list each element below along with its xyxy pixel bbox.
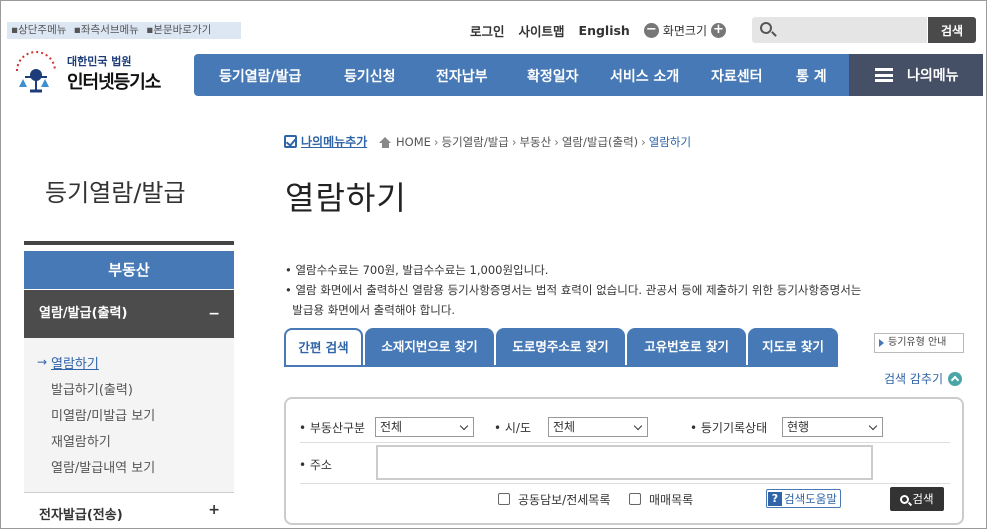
tab-road-address[interactable]: 도로명주소로 찾기 bbox=[496, 328, 625, 366]
login-link[interactable]: 로그인 bbox=[470, 21, 505, 40]
lnb-item-label: 전자발급(전송) bbox=[39, 508, 123, 523]
sitemap-link[interactable]: 사이트맵 bbox=[519, 21, 565, 40]
gnb-item-e-payment[interactable]: 전자납부 bbox=[436, 66, 488, 86]
zoom-out-icon[interactable]: − bbox=[643, 22, 659, 38]
tab-lot-number[interactable]: 소재지번으로 찾기 bbox=[365, 328, 494, 366]
sale-list-label: 매매목록 bbox=[649, 493, 694, 507]
lnb-sub-review[interactable]: 재열람하기 bbox=[51, 431, 111, 450]
zoom-label: 화면크기 bbox=[662, 23, 707, 38]
joint-collateral-checkbox[interactable] bbox=[498, 493, 510, 505]
court-emblem-icon bbox=[16, 51, 56, 93]
zoom-in-icon[interactable]: + bbox=[711, 22, 726, 38]
joint-collateral-label: 공동담보/전세목록 bbox=[518, 493, 611, 507]
gnb-item-statistics[interactable]: 통 계 bbox=[796, 66, 827, 86]
lnb-sub-history[interactable]: 열람/발급내역 보기 bbox=[51, 457, 155, 476]
skip-link-top-menu[interactable]: ▪상단주메뉴 bbox=[11, 24, 66, 36]
tab-unique-number[interactable]: 고유번호로 찾기 bbox=[627, 328, 746, 366]
notice-fee: • 열람수수료는 700원, 발급수수료는 1,000원입니다. bbox=[285, 263, 549, 277]
region-label: • 시/도 bbox=[494, 421, 532, 435]
region-select[interactable]: 전체 bbox=[548, 417, 648, 437]
address-label: • 주소 bbox=[299, 458, 332, 472]
page-title: 열람하기 bbox=[285, 179, 407, 217]
property-type-label: • 부동산구분 bbox=[299, 421, 366, 435]
gnb-item-service-intro[interactable]: 서비스 소개 bbox=[610, 66, 679, 86]
skip-link-left-menu[interactable]: ▪좌측서브메뉴 bbox=[74, 24, 139, 36]
breadcrumb-current: 열람하기 bbox=[648, 135, 692, 149]
top-search-box bbox=[752, 17, 927, 43]
lnb-item-electronic-issue[interactable]: 전자발급(전송) + bbox=[24, 493, 234, 529]
breadcrumb-separator: › bbox=[511, 135, 517, 149]
lnb-submenu: → 열람하기 발급하기(출력) 미열람/미발급 보기 재열람하기 열람/발급내역… bbox=[24, 338, 234, 492]
lnb-item-view-issue[interactable]: 열람/발급(출력) − bbox=[24, 290, 234, 338]
top-search-input[interactable] bbox=[778, 20, 923, 40]
form-search-button[interactable]: 검색 bbox=[890, 487, 944, 511]
breadcrumb-real-estate[interactable]: 부동산 bbox=[519, 134, 551, 150]
search-help-label: 검색도움말 bbox=[784, 491, 837, 506]
arrow-right-icon: → bbox=[37, 355, 48, 369]
breadcrumb-separator: › bbox=[641, 135, 646, 149]
property-type-select[interactable]: 전체 bbox=[375, 417, 474, 437]
expand-icon[interactable]: + bbox=[208, 487, 220, 529]
tab-simple-search[interactable]: 간편 검색 bbox=[284, 328, 363, 366]
add-my-menu-link[interactable]: 나의메뉴추가 bbox=[284, 133, 367, 150]
lnb-item-label: 열람/발급(출력) bbox=[39, 306, 128, 321]
registry-type-guide-button[interactable]: 등기유형 안내 bbox=[874, 333, 964, 353]
my-menu-button[interactable]: 나의메뉴 bbox=[849, 54, 983, 96]
lnb-sub-unviewed[interactable]: 미열람/미발급 보기 bbox=[51, 405, 155, 424]
my-menu-label: 나의메뉴 bbox=[907, 68, 959, 84]
breadcrumb: HOME › 등기열람/발급 › 부동산 › 열람/발급(출력) › 열람하기 bbox=[379, 134, 691, 150]
gnb-item-registry-apply[interactable]: 등기신청 bbox=[344, 66, 396, 86]
breadcrumb-separator: › bbox=[433, 135, 439, 149]
lnb-sub-view[interactable]: 열람하기 bbox=[51, 353, 99, 372]
notice-legal-effect-cont: 발급용 화면에서 출력해야 합니다. bbox=[285, 303, 456, 317]
search-icon bbox=[760, 22, 772, 34]
form-divider bbox=[300, 442, 950, 443]
chevron-up-icon bbox=[948, 371, 963, 386]
add-my-menu-label: 나의메뉴추가 bbox=[301, 135, 368, 149]
search-form: • 부동산구분 전체 • 시/도 전체 • 등기기록상태 현행 • 주소 공동담… bbox=[284, 397, 964, 525]
record-status-label: • 등기기록상태 bbox=[690, 421, 768, 435]
skip-link-content[interactable]: ▪본문바로가기 bbox=[146, 24, 211, 36]
breadcrumb-home[interactable]: HOME bbox=[396, 135, 431, 149]
logo-subtitle: 대한민국 법원 bbox=[67, 55, 132, 68]
home-icon bbox=[379, 136, 392, 148]
main-navigation: 등기열람/발급 등기신청 전자납부 확정일자 서비스 소개 자료센터 통 계 bbox=[194, 54, 849, 96]
lnb-title: 등기열람/발급 bbox=[45, 179, 186, 207]
breadcrumb-registry-view[interactable]: 등기열람/발급 bbox=[442, 134, 509, 150]
hide-search-label: 검색 감추기 bbox=[884, 372, 944, 386]
lnb-divider bbox=[24, 241, 234, 245]
english-link[interactable]: English bbox=[579, 23, 630, 38]
gnb-item-resource-center[interactable]: 자료센터 bbox=[711, 66, 763, 86]
notice-legal-effect: • 열람 화면에서 출력하신 열람용 등기사항증명서는 법적 효력이 없습니다.… bbox=[285, 283, 862, 297]
site-logo[interactable]: 대한민국 법원 인터넷등기소 bbox=[11, 47, 181, 99]
utility-bar: 로그인 사이트맵 English − 화면크기 + bbox=[470, 20, 726, 40]
top-search-button[interactable]: 검색 bbox=[928, 17, 976, 43]
gnb-item-fixed-date[interactable]: 확정일자 bbox=[527, 66, 579, 86]
form-divider bbox=[300, 483, 950, 484]
collapse-icon[interactable]: − bbox=[208, 290, 220, 338]
record-status-select[interactable]: 현행 bbox=[782, 417, 883, 437]
search-help-button[interactable]: ? 검색도움말 bbox=[766, 489, 841, 508]
skip-links: ▪상단주메뉴 ▪좌측서브메뉴 ▪본문바로가기 bbox=[7, 22, 241, 39]
question-icon: ? bbox=[768, 491, 782, 506]
breadcrumb-view-issue[interactable]: 열람/발급(출력) bbox=[562, 134, 638, 150]
search-icon bbox=[900, 494, 910, 504]
breadcrumb-separator: › bbox=[554, 135, 559, 149]
logo-title: 인터넷등기소 bbox=[67, 72, 161, 93]
sale-list-checkbox[interactable] bbox=[629, 493, 641, 505]
lnb-category-real-estate[interactable]: 부동산 bbox=[24, 251, 234, 289]
gnb-item-registry-view[interactable]: 등기열람/발급 bbox=[219, 66, 301, 86]
tab-underline bbox=[284, 365, 838, 367]
hide-search-toggle[interactable]: 검색 감추기 bbox=[884, 370, 963, 387]
hamburger-icon bbox=[875, 68, 893, 82]
form-search-label: 검색 bbox=[912, 492, 934, 506]
checkbox-check-icon bbox=[284, 135, 297, 148]
address-input[interactable] bbox=[376, 445, 873, 480]
tab-map[interactable]: 지도로 찾기 bbox=[748, 328, 838, 366]
lnb-sub-issue[interactable]: 발급하기(출력) bbox=[51, 379, 133, 398]
